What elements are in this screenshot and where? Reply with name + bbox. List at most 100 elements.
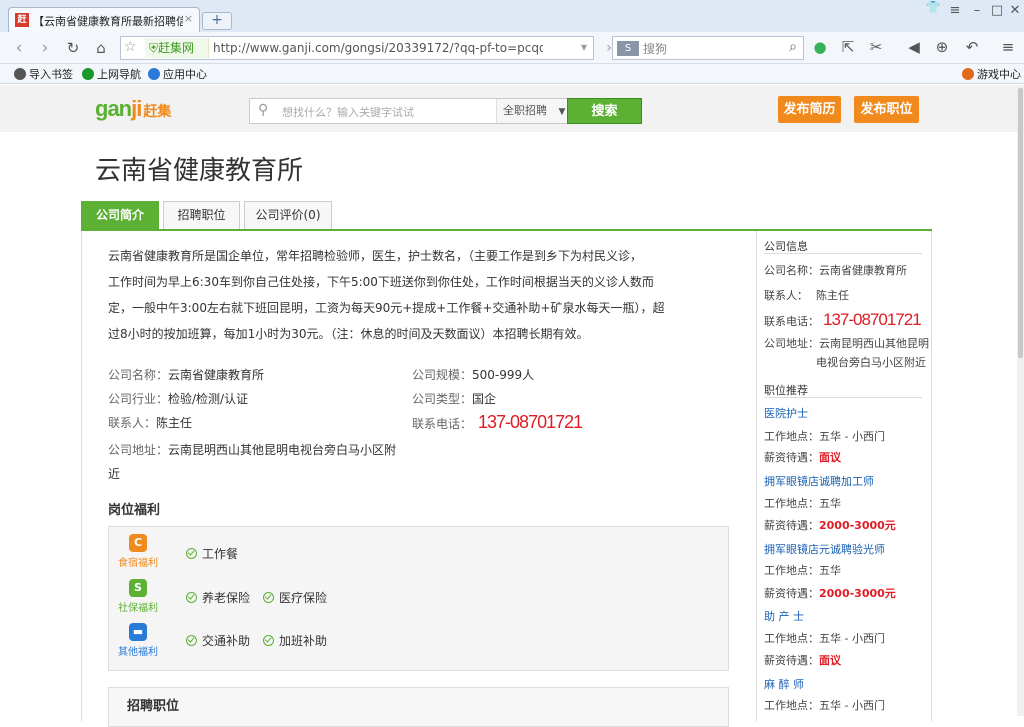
welfare-item-label: 交通补助 [202,634,251,648]
check-icon [186,548,197,559]
site-identity-label: 赶集网 [158,41,195,55]
back-icon[interactable]: ‹ [8,38,30,58]
job-salary: 薪资待遇：2000-3000元 [764,585,896,601]
post-resume-button[interactable]: 发布简历 [778,96,841,123]
undo-icon[interactable]: ↶ [962,38,982,56]
info-value: 云南省健康教育所 [168,368,265,382]
new-tab-button[interactable]: + [202,12,232,30]
welfare-item-label: 加班补助 [279,634,328,648]
bookmark-label: 应用中心 [163,68,207,81]
salary-value: 2000-3000元 [819,519,896,532]
search-button[interactable]: 搜索 [567,98,642,124]
browser-navbar: ‹ › ↻ ⌂ ☆ ⛨赶集网 http://www.ganji.com/gong… [0,32,1024,64]
share-icon[interactable]: ⇱ [838,38,858,56]
bookmark-star-icon[interactable]: ☆ [124,39,137,55]
divider [764,397,922,398]
sidebar-value: 五华 - 小西门 [819,699,885,712]
info-value: 检验/检测/认证 [168,392,249,406]
shirt-icon[interactable]: 👕 [922,0,944,14]
sidebar-value: 五华 [819,497,841,510]
url-dropdown-icon[interactable]: ▾ [581,40,587,54]
info-label: 公司行业： [108,392,169,406]
info-industry: 公司行业：检验/检测/认证 [108,390,248,407]
speaker-icon[interactable]: ◀ [904,38,924,56]
sidebar-label: 薪资待遇： [764,519,819,532]
insurance-icon: S [129,579,147,597]
info-value: 国企 [472,392,497,406]
address-bar[interactable]: ☆ ⛨赶集网 http://www.ganji.com/gongsi/20339… [120,36,594,60]
bookmark-label: 上网导航 [97,68,141,81]
home-icon[interactable]: ⌂ [90,38,112,58]
job-link[interactable]: 医院护士 [764,405,808,421]
tab-reviews[interactable]: 公司评价(0) [244,201,332,229]
sidebar-label: 公司名称： [764,264,819,277]
job-link[interactable]: 拥军眼镜店元诚聘验光师 [764,541,885,557]
tab-jobs[interactable]: 招聘职位 [163,201,240,229]
info-contact: 联系人：陈主任 [108,414,192,431]
info-phone: 联系电话： 137-08701721 [412,412,583,433]
reload-icon[interactable]: ↻ [62,38,84,58]
job-link[interactable]: 麻 醉 师 [764,676,804,692]
scissors-icon[interactable]: ✂ [866,38,886,56]
browser-tab[interactable]: 赶 【云南省健康教育所最新招聘信息 × [8,7,200,32]
tab-title: 【云南省健康教育所最新招聘信息 [33,15,183,28]
scrollbar-thumb[interactable] [1018,88,1023,358]
info-value: 云南昆明西山其他昆明电视台旁白马小区附 [168,443,397,457]
site-identity-badge[interactable]: ⛨赶集网 [145,38,209,58]
search-engine-icon[interactable]: S [617,41,639,56]
sidebar-value: 云南省健康教育所 [819,264,907,277]
minimize-icon[interactable]: – [966,3,988,18]
search-icon[interactable]: ⌕ [789,39,797,55]
info-type: 公司类型：国企 [412,390,496,407]
welfare-category-insurance: S 社保福利 [113,579,163,614]
job-link[interactable]: 拥军眼镜店诚聘加工师 [764,473,874,489]
description-line: 云南省健康教育所是国企单位，常年招聘检验师，医生，护士数名，（主要工作是到乡下为… [108,249,643,263]
sidebar-label: 公司地址： [764,337,819,350]
info-value: 陈主任 [156,416,193,430]
sidebar-value: 云南昆明西山其他昆明 [819,337,929,350]
bookmark-label: 导入书签 [29,68,73,81]
close-window-icon[interactable]: ✕ [1004,3,1024,18]
tab-company-intro[interactable]: 公司简介 [81,201,159,229]
sidebar-label: 工作地点： [764,497,819,510]
download-icon[interactable]: ⊕ [932,38,952,56]
job-link[interactable]: 助 产 士 [764,608,804,624]
post-job-button[interactable]: 发布职位 [854,96,919,123]
info-label: 公司地址： [108,443,169,457]
bookmark-nav[interactable]: 上网导航 [82,66,141,82]
welfare-category-label: 社保福利 [118,603,158,614]
sidebar-value-cont: 电视台旁白马小区附近 [816,356,926,369]
sidebar-contact: 联系人： 陈主任 [764,287,849,303]
phone-number-image: 137-08701721 [823,310,922,329]
ganji-logo[interactable]: ganji 赶集 [95,96,171,122]
sidebar-label: 薪资待遇： [764,654,819,667]
info-company-name: 公司名称：云南省健康教育所 [108,366,264,383]
browser-search-box[interactable]: S 搜狗 ⌕ [612,36,804,60]
jobs-section-title: 招聘职位 [127,699,180,714]
welfare-item: 医疗保险 [263,589,327,606]
toolbar-menu-icon[interactable]: ≡ [998,38,1018,56]
url-text[interactable]: http://www.ganji.com/gongsi/20339172/?qq… [213,41,543,55]
bookmark-import[interactable]: 导入书签 [14,66,73,82]
description-line: 定，一般中午3:00左右就下班回昆明，工资为每天90元+提成+工作餐+交通补助+… [108,301,665,315]
job-location: 工作地点：五华 [764,562,841,578]
tab-close-icon[interactable]: × [184,12,193,25]
game-center-link[interactable]: 游戏中心 [962,66,1021,82]
search-category-select[interactable]: 全职招聘 ▼ [496,99,566,123]
job-salary: 薪资待遇：面议 [764,449,841,465]
chat-icon[interactable]: ● [810,38,830,56]
site-search-input[interactable]: 想找什么？输入关键字试试 [282,104,414,120]
welfare-title: 岗位福利 [108,503,161,518]
job-location: 工作地点：五华 - 小西门 [764,697,885,713]
game-center-label: 游戏中心 [977,68,1021,81]
welfare-category-other: ▬ 其他福利 [113,623,163,658]
bookmarks-bar: 导入书签 上网导航 应用中心 游戏中心 [0,64,1024,84]
bookmark-app-center[interactable]: 应用中心 [148,66,207,82]
menu-icon[interactable]: ≡ [944,3,966,18]
welfare-item-label: 医疗保险 [279,591,328,605]
sidebar-address: 公司地址：云南昆明西山其他昆明 电视台旁白马小区附近 [764,334,929,372]
jobs-section: 招聘职位 [108,687,729,727]
forward-icon[interactable]: › [34,38,56,58]
sidebar-info-title: 公司信息 [764,240,808,253]
job-salary: 薪资待遇：2000-3000元 [764,517,896,533]
